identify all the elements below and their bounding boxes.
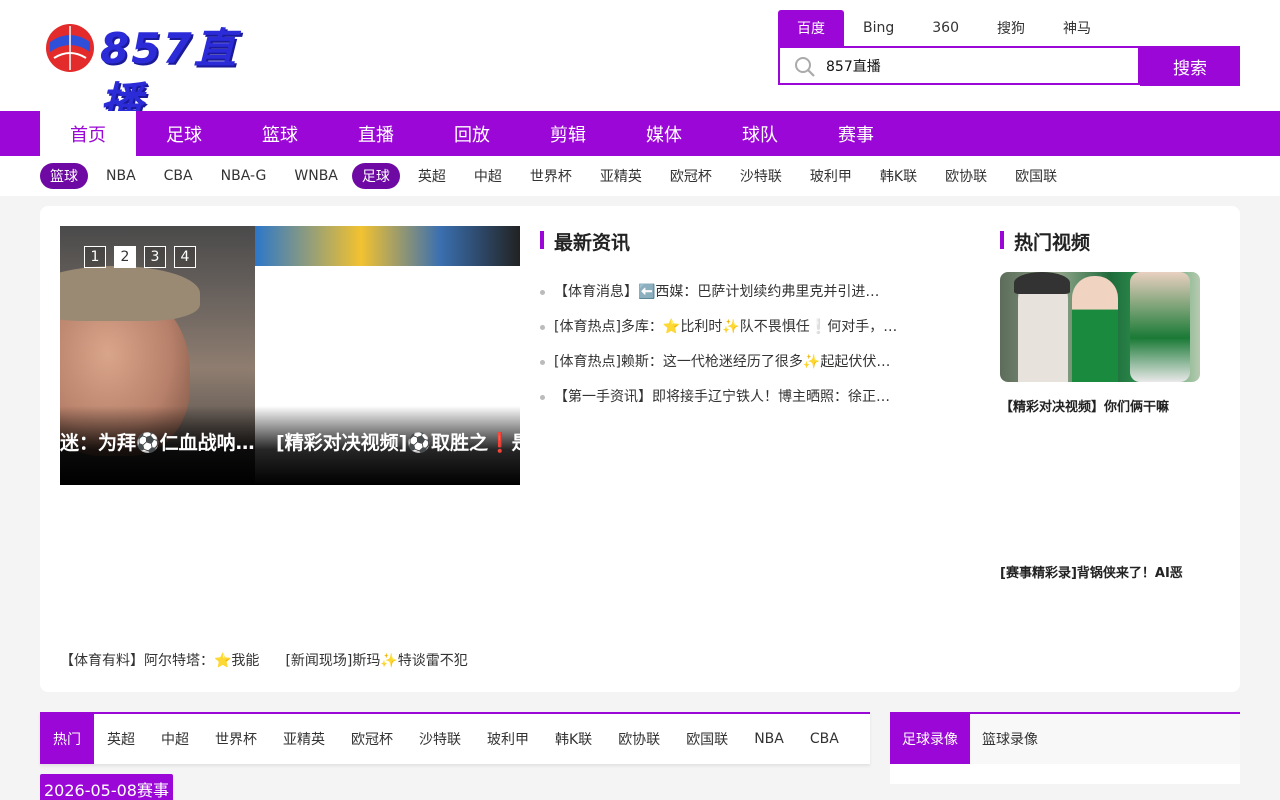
subnav-item[interactable]: 中超: [460, 163, 516, 189]
slide-caption-left[interactable]: 迷：为拜⚽仁血战呐…: [60, 428, 270, 455]
match-category-tabs: 热门 英超 中超 世界杯 亚精英 欧冠杯 沙特联 玻利甲 韩K联 欧协联 欧国联…: [40, 712, 870, 764]
sub-nav: 篮球 NBA CBA NBA-G WNBA 足球 英超 中超 世界杯 亚精英 欧…: [0, 156, 1280, 196]
subnav-item[interactable]: 韩K联: [866, 163, 931, 189]
search-button[interactable]: 搜索: [1140, 46, 1240, 86]
subnav-item[interactable]: 欧冠杯: [656, 163, 726, 189]
match-tab[interactable]: 欧协联: [605, 714, 673, 764]
match-tab[interactable]: CBA: [797, 714, 852, 764]
subnav-item[interactable]: 亚精英: [586, 163, 656, 189]
nav-football[interactable]: 足球: [136, 111, 232, 156]
match-tab[interactable]: NBA: [741, 714, 797, 764]
slider-dot-active[interactable]: 2: [114, 246, 136, 268]
search-box: [778, 46, 1140, 85]
search-icon: [795, 57, 815, 77]
subnav-item[interactable]: CBA: [150, 163, 207, 189]
news-item[interactable]: 【第一手资讯】即将接手辽宁铁人！博主晒照：徐正…: [540, 387, 920, 422]
match-tab[interactable]: 欧国联: [673, 714, 741, 764]
subnav-item[interactable]: NBA-G: [207, 163, 281, 189]
slide-caption-right[interactable]: [精彩对决视频]⚽取胜之❗是: [276, 428, 520, 455]
match-tab[interactable]: 世界杯: [202, 714, 270, 764]
search-engine-tabs: 百度 Bing 360 搜狗 神马: [778, 10, 1110, 46]
search-tab-bing[interactable]: Bing: [844, 10, 913, 46]
search-tab-baidu[interactable]: 百度: [778, 10, 844, 46]
thumbnail-cheerleader: [1072, 276, 1118, 382]
tab-hot[interactable]: 热门: [40, 714, 94, 764]
nav-events[interactable]: 赛事: [808, 111, 904, 156]
hot-videos-title: 热门视频: [1000, 228, 1090, 255]
match-tab[interactable]: 欧冠杯: [338, 714, 406, 764]
tab-football-replay[interactable]: 足球录像: [890, 714, 970, 764]
subnav-item[interactable]: 英超: [404, 163, 460, 189]
slider-pagination: 1 2 3 4: [84, 246, 196, 268]
video-caption[interactable]: [赛事精彩录]背锅侠来了！AI恶: [1000, 562, 1183, 581]
subnav-pill-basketball[interactable]: 篮球: [40, 163, 88, 189]
latest-news-list: 【体育消息】⬅️西媒：巴萨计划续约弗里克并引进… [体育热点]多库：⭐比利时✨队…: [540, 282, 920, 422]
match-tab[interactable]: 沙特联: [406, 714, 474, 764]
nav-clips[interactable]: 剪辑: [520, 111, 616, 156]
video-thumbnail[interactable]: [1000, 272, 1200, 382]
image-slider[interactable]: 迷：为拜⚽仁血战呐… [精彩对决视频]⚽取胜之❗是 1 2 3 4: [60, 226, 520, 485]
player-hat-image: [60, 266, 200, 321]
match-tab[interactable]: 英超: [94, 714, 148, 764]
match-tab[interactable]: 韩K联: [542, 714, 605, 764]
search-input[interactable]: [826, 48, 1126, 83]
bottom-link[interactable]: 【体育有料】阿尔特塔：⭐我能: [60, 650, 259, 670]
latest-news-title: 最新资讯: [540, 228, 630, 255]
main-nav: 首页 足球 篮球 直播 回放 剪辑 媒体 球队 赛事: [0, 111, 1280, 156]
nav-basketball[interactable]: 篮球: [232, 111, 328, 156]
bottom-link[interactable]: [新闻现场]斯玛✨特谈雷不犯: [285, 650, 467, 670]
news-item[interactable]: [体育热点]多库：⭐比利时✨队不畏惧任❕何对手，…: [540, 317, 920, 352]
tab-basketball-replay[interactable]: 篮球录像: [970, 714, 1050, 764]
subnav-item[interactable]: 玻利甲: [796, 163, 866, 189]
subnav-item[interactable]: 欧协联: [931, 163, 1001, 189]
subnav-item[interactable]: WNBA: [280, 163, 352, 189]
nav-home[interactable]: 首页: [40, 111, 136, 156]
replay-list-area: [890, 764, 1240, 784]
thumbnail-cheerleader-2: [1130, 272, 1190, 382]
nav-live[interactable]: 直播: [328, 111, 424, 156]
match-tab[interactable]: 中超: [148, 714, 202, 764]
slide-banner-strip: [255, 226, 520, 266]
date-badge: 2026-05-08赛事: [40, 774, 173, 800]
match-tab[interactable]: 亚精英: [270, 714, 338, 764]
slider-dot[interactable]: 1: [84, 246, 106, 268]
nav-media[interactable]: 媒体: [616, 111, 712, 156]
nav-teams[interactable]: 球队: [712, 111, 808, 156]
content-panel: 迷：为拜⚽仁血战呐… [精彩对决视频]⚽取胜之❗是 1 2 3 4 最新资讯 【…: [40, 206, 1240, 692]
search-tab-360[interactable]: 360: [913, 10, 978, 46]
video-caption[interactable]: 【精彩对决视频】你们俩干嘛: [1000, 396, 1169, 415]
bottom-links: 【体育有料】阿尔特塔：⭐我能 [新闻现场]斯玛✨特谈雷不犯: [60, 650, 468, 670]
replay-tabs: 足球录像 篮球录像: [890, 712, 1240, 764]
subnav-item[interactable]: NBA: [92, 163, 150, 189]
match-tab[interactable]: 玻利甲: [474, 714, 542, 764]
basketball-logo-icon: [46, 24, 94, 72]
slider-dot[interactable]: 3: [144, 246, 166, 268]
search-tab-sogou[interactable]: 搜狗: [978, 10, 1044, 46]
subnav-item[interactable]: 沙特联: [726, 163, 796, 189]
search-tab-shenma[interactable]: 神马: [1044, 10, 1110, 46]
slider-dot[interactable]: 4: [174, 246, 196, 268]
nav-replay[interactable]: 回放: [424, 111, 520, 156]
subnav-item[interactable]: 世界杯: [516, 163, 586, 189]
site-header: 857直播 百度 Bing 360 搜狗 神马 搜索: [0, 0, 1280, 127]
news-item[interactable]: [体育热点]赖斯：这一代枪迷经历了很多✨起起伏伏…: [540, 352, 920, 387]
subnav-item[interactable]: 欧国联: [1001, 163, 1071, 189]
news-item[interactable]: 【体育消息】⬅️西媒：巴萨计划续约弗里克并引进…: [540, 282, 920, 317]
site-logo[interactable]: 857直播: [44, 20, 274, 127]
thumbnail-cap: [1014, 272, 1070, 294]
subnav-pill-football[interactable]: 足球: [351, 163, 400, 189]
